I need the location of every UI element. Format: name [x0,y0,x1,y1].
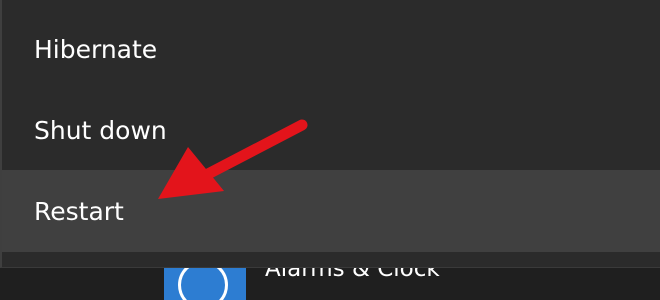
screenshot-stage: Alarms & Clock Hibernate Shut down Resta… [0,0,660,300]
shut-down-menu-item[interactable]: Shut down [2,89,660,171]
power-options-menu: Hibernate Shut down Restart [0,0,660,268]
hibernate-menu-item[interactable]: Hibernate [2,8,660,90]
restart-menu-item[interactable]: Restart [2,170,660,252]
